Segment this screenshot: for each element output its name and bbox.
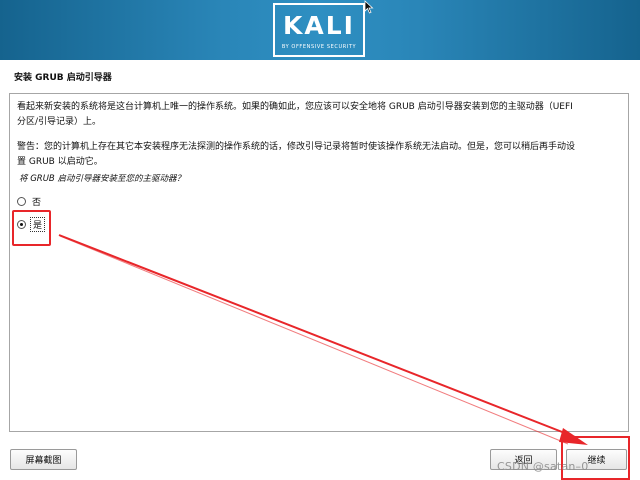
mouse-cursor-icon (364, 0, 374, 14)
warning-paragraph: 警告：您的计算机上存在其它本安装程序无法探测的操作系统的话，修改引导记录将暂时使… (17, 140, 621, 170)
logo-text: KALI (283, 11, 355, 40)
warning-line-1: 警告：您的计算机上存在其它本安装程序无法探测的操作系统的话，修改引导记录将暂时使… (17, 142, 576, 152)
logo-tagline: BY OFFENSIVE SECURITY (281, 44, 357, 50)
content-panel: 看起来新安装的系统将是这台计算机上唯一的操作系统。如果的确如此，您应该可以安全地… (9, 93, 629, 432)
csdn-watermark: CSDN @satan–0 (497, 460, 589, 473)
kali-logo: KALI BY OFFENSIVE SECURITY (273, 3, 365, 57)
page-title: 安装 GRUB 启动引导器 (14, 73, 112, 83)
radio-no[interactable] (17, 197, 26, 206)
info-line-2: 分区/引导记录）上。 (17, 117, 102, 127)
option-no-label[interactable]: 否 (32, 195, 41, 208)
kali-header-banner: KALI BY OFFENSIVE SECURITY (0, 0, 640, 60)
warning-line-2: 置 GRUB 以启动它。 (17, 157, 103, 167)
annotation-box-yes (12, 210, 51, 246)
question-prompt: 将 GRUB 启动引导器安装至您的主驱动器？ (19, 174, 185, 184)
annotation-box-continue (561, 436, 630, 480)
option-no[interactable]: 否 (17, 195, 41, 208)
info-paragraph: 看起来新安装的系统将是这台计算机上唯一的操作系统。如果的确如此，您应该可以安全地… (17, 100, 621, 130)
info-line-1: 看起来新安装的系统将是这台计算机上唯一的操作系统。如果的确如此，您应该可以安全地… (17, 102, 573, 112)
screenshot-button[interactable]: 屏幕截图 (10, 449, 77, 470)
